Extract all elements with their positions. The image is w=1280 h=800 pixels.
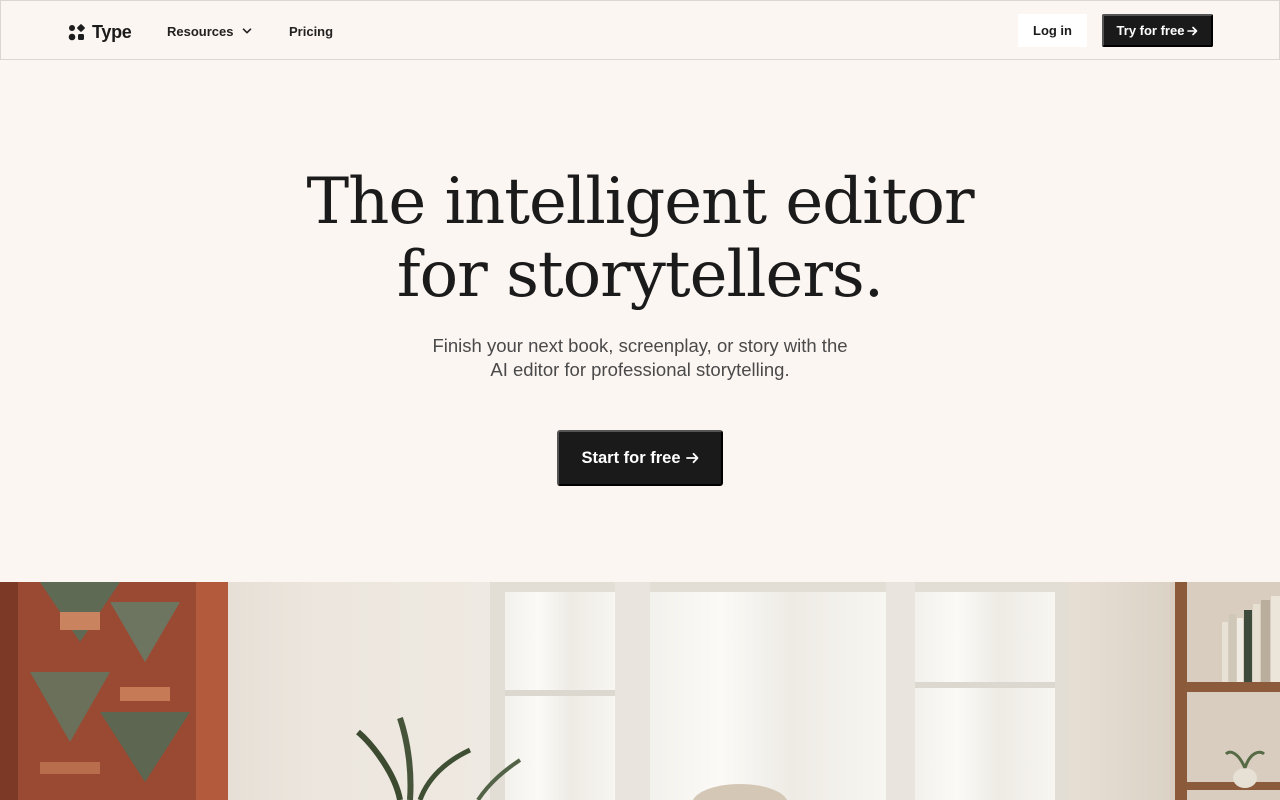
- nav-pricing-label: Pricing: [289, 23, 334, 39]
- login-button[interactable]: Log in: [1018, 14, 1087, 47]
- hero-photo: [0, 582, 1280, 800]
- hero-title: The intelligent editor for storytellers.: [0, 166, 1280, 312]
- logo-icon: [68, 23, 85, 41]
- brand-name: Type: [92, 21, 132, 42]
- chevron-down-icon: [243, 28, 252, 34]
- top-navbar: Type Resources Pricing Log in Try for fr…: [0, 0, 1280, 60]
- nav-pricing-link[interactable]: Pricing: [289, 22, 333, 40]
- hero-title-line2: for storytellers.: [396, 238, 884, 312]
- try-for-free-label: Try for free: [1116, 23, 1185, 38]
- login-label: Log in: [1033, 23, 1072, 38]
- start-for-free-button[interactable]: Start for free: [557, 430, 723, 486]
- writer-room-illustration: [0, 582, 1280, 800]
- arrow-right-icon: [1187, 26, 1198, 35]
- hero-title-line1: The intelligent editor: [306, 165, 974, 239]
- start-for-free-label: Start for free: [581, 448, 681, 467]
- hero-subtitle-line2: AI editor for professional storytelling.: [490, 359, 790, 380]
- hero-subtitle-line1: Finish your next book, screenplay, or st…: [432, 335, 848, 356]
- nav-resources-label: Resources: [167, 23, 234, 39]
- nav-resources-menu[interactable]: Resources: [167, 22, 252, 40]
- arrow-right-icon: [685, 452, 698, 464]
- hero-subtitle: Finish your next book, screenplay, or st…: [0, 334, 1280, 382]
- brand-logo[interactable]: Type: [68, 21, 132, 43]
- try-for-free-button[interactable]: Try for free: [1102, 14, 1213, 47]
